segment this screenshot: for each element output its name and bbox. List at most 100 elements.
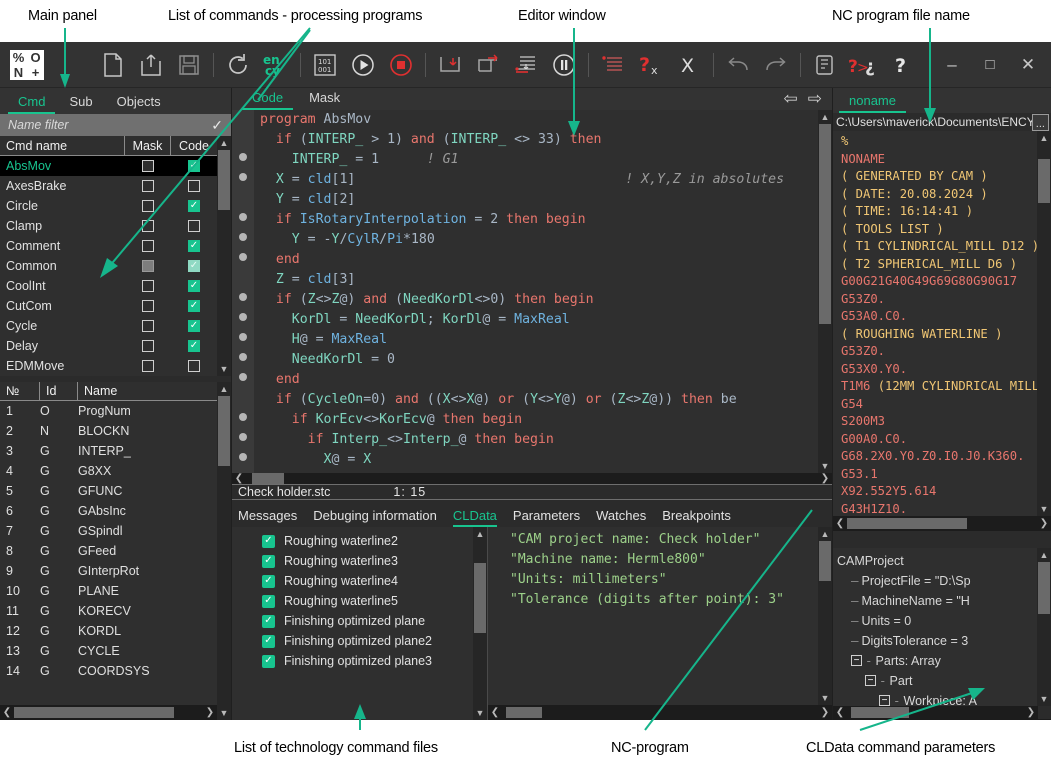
nc-hscroll[interactable]: ❮ ❯ [833, 516, 1051, 531]
code-checkbox[interactable] [188, 360, 200, 372]
mask-checkbox-cell[interactable] [125, 220, 171, 232]
nc-scroll-down-icon[interactable]: ▼ [1037, 502, 1051, 516]
tab-watches[interactable]: Watches [596, 508, 646, 527]
mask-checkbox[interactable] [142, 300, 154, 312]
command-row[interactable]: Comment [0, 236, 217, 256]
command-row[interactable]: Clamp [0, 216, 217, 236]
breakpoint-gutter-marker[interactable] [232, 247, 254, 267]
cldata-scroll-track[interactable] [473, 541, 487, 706]
nc-file-path[interactable]: C:\Users\maverick\Documents\ENCY NE [833, 115, 1032, 129]
right-panel-splitter[interactable] [833, 531, 1051, 548]
tab-messages[interactable]: Messages [238, 508, 297, 527]
breakpoint-gutter-marker[interactable] [232, 187, 254, 207]
table-row[interactable]: 7GGSpindl [0, 521, 217, 541]
table-row[interactable]: 9GGInterpRot [0, 561, 217, 581]
help-find-icon[interactable]: ?>¿ [844, 46, 882, 84]
mask-checkbox-cell[interactable] [125, 200, 171, 212]
tree-node[interactable]: −-Workpiece: A [837, 691, 1037, 706]
code-checkbox-cell[interactable] [171, 200, 217, 212]
open-file-icon[interactable] [132, 46, 170, 84]
breakpoint-gutter-marker[interactable] [232, 287, 254, 307]
tab-parameters[interactable]: Parameters [513, 508, 580, 527]
table-row[interactable]: 8GGFeed [0, 541, 217, 561]
undo-icon[interactable] [719, 46, 757, 84]
scroll-down-icon[interactable]: ▼ [217, 362, 231, 376]
breakpoint-gutter-marker[interactable] [232, 167, 254, 187]
mask-checkbox[interactable] [142, 200, 154, 212]
code-checkbox-cell[interactable] [171, 260, 217, 272]
breakpoint-gutter-marker[interactable] [232, 127, 254, 147]
tree-scroll-down-icon[interactable]: ▼ [1037, 692, 1051, 706]
mask-checkbox-cell[interactable] [125, 320, 171, 332]
cldata-text-hscroll[interactable]: ❮ ❯ [488, 705, 832, 720]
cldata-text[interactable]: "CAM project name: Check holder" "Machin… [488, 527, 818, 705]
mask-checkbox-cell[interactable] [125, 260, 171, 272]
table-row[interactable]: 5GGFUNC [0, 481, 217, 501]
command-row[interactable]: Cycle [0, 316, 217, 336]
nc-hscroll-track[interactable] [847, 518, 1037, 529]
hscroll-left-icon[interactable]: ❮ [0, 707, 14, 718]
tree-node[interactable]: −-Part [837, 671, 1037, 691]
editor-hscroll-left-icon[interactable]: ❮ [232, 473, 246, 484]
mask-checkbox-cell[interactable] [125, 240, 171, 252]
tree-node[interactable]: —MachineName = "H [837, 591, 1037, 611]
close-button[interactable]: ✕ [1009, 46, 1047, 84]
list-item[interactable]: ✓Roughing waterline3 [232, 551, 473, 571]
tree-node[interactable]: —ProjectFile = "D:\Sp [837, 571, 1037, 591]
command-row[interactable]: CutCom [0, 296, 217, 316]
tree-scroll-track[interactable] [1037, 562, 1051, 692]
command-row[interactable]: Common [0, 256, 217, 276]
code-checkbox-cell[interactable] [171, 240, 217, 252]
code-checkbox-cell[interactable] [171, 220, 217, 232]
ptable-scroll-down-icon[interactable]: ▼ [217, 706, 231, 720]
tree-node[interactable]: —Units = 0 [837, 611, 1037, 631]
code-checkbox[interactable] [188, 260, 200, 272]
tree-hscroll-track[interactable] [847, 707, 1024, 718]
mask-checkbox-cell[interactable] [125, 340, 171, 352]
table-row[interactable]: 13GCYCLE [0, 641, 217, 661]
mask-checkbox-cell[interactable] [125, 280, 171, 292]
pause-icon[interactable] [545, 46, 583, 84]
breakpoint-gutter-marker[interactable] [232, 227, 254, 247]
tree-expander-icon[interactable]: − [865, 675, 876, 686]
command-row[interactable]: CoolInt [0, 276, 217, 296]
list-item[interactable]: ✓Roughing waterline5 [232, 591, 473, 611]
mask-checkbox[interactable] [142, 260, 154, 272]
command-row[interactable]: AbsMov [0, 156, 217, 176]
mask-checkbox[interactable] [142, 360, 154, 372]
table-row[interactable]: 1OProgNum [0, 401, 217, 421]
table-row[interactable]: 11GKORECV [0, 601, 217, 621]
cldata-list-scrollbar[interactable]: ▲ ▼ [473, 527, 487, 720]
reload-icon[interactable] [219, 46, 257, 84]
binary-code-icon[interactable]: 101001 [306, 46, 344, 84]
tab-cldata[interactable]: CLData [453, 508, 497, 527]
parameter-table-hscroll[interactable]: ❮ ❯ [0, 705, 217, 720]
code-checkbox-cell[interactable] [171, 180, 217, 192]
scroll-track[interactable] [217, 150, 231, 362]
breakpoint-gutter-marker[interactable] [232, 307, 254, 327]
ency-logo-icon[interactable]: ency [257, 46, 295, 84]
code-checkbox[interactable] [188, 340, 200, 352]
mask-checkbox-cell[interactable] [125, 300, 171, 312]
breakpoint-gutter-marker[interactable] [232, 347, 254, 367]
code-checkbox[interactable] [188, 300, 200, 312]
code-checkbox[interactable] [188, 240, 200, 252]
code-text[interactable]: program AbsMov if (INTERP_ > 1) and (INT… [254, 110, 818, 473]
nc-hscroll-right-icon[interactable]: ❯ [1037, 518, 1051, 529]
tab-sub[interactable]: Sub [59, 92, 102, 114]
help-icon[interactable]: ? [882, 46, 920, 84]
cldata-scroll-down-icon[interactable]: ▼ [473, 706, 487, 720]
browse-button[interactable]: ... [1032, 114, 1049, 131]
cldata-item-checkbox[interactable]: ✓ [262, 555, 275, 568]
new-file-icon[interactable] [94, 46, 132, 84]
nc-scroll-up-icon[interactable]: ▲ [1037, 131, 1051, 145]
step-over-icon[interactable] [469, 46, 507, 84]
redo-icon[interactable] [757, 46, 795, 84]
cltext-hscroll-track[interactable] [502, 707, 818, 718]
mask-checkbox[interactable] [142, 160, 154, 172]
editor-scroll-down-icon[interactable]: ▼ [818, 459, 832, 473]
tab-noname[interactable]: noname [839, 91, 906, 113]
breakpoint-gutter-marker[interactable] [232, 267, 254, 287]
ptable-scroll-up-icon[interactable]: ▲ [217, 382, 231, 396]
breakpoint-gutter-marker[interactable] [232, 447, 254, 467]
